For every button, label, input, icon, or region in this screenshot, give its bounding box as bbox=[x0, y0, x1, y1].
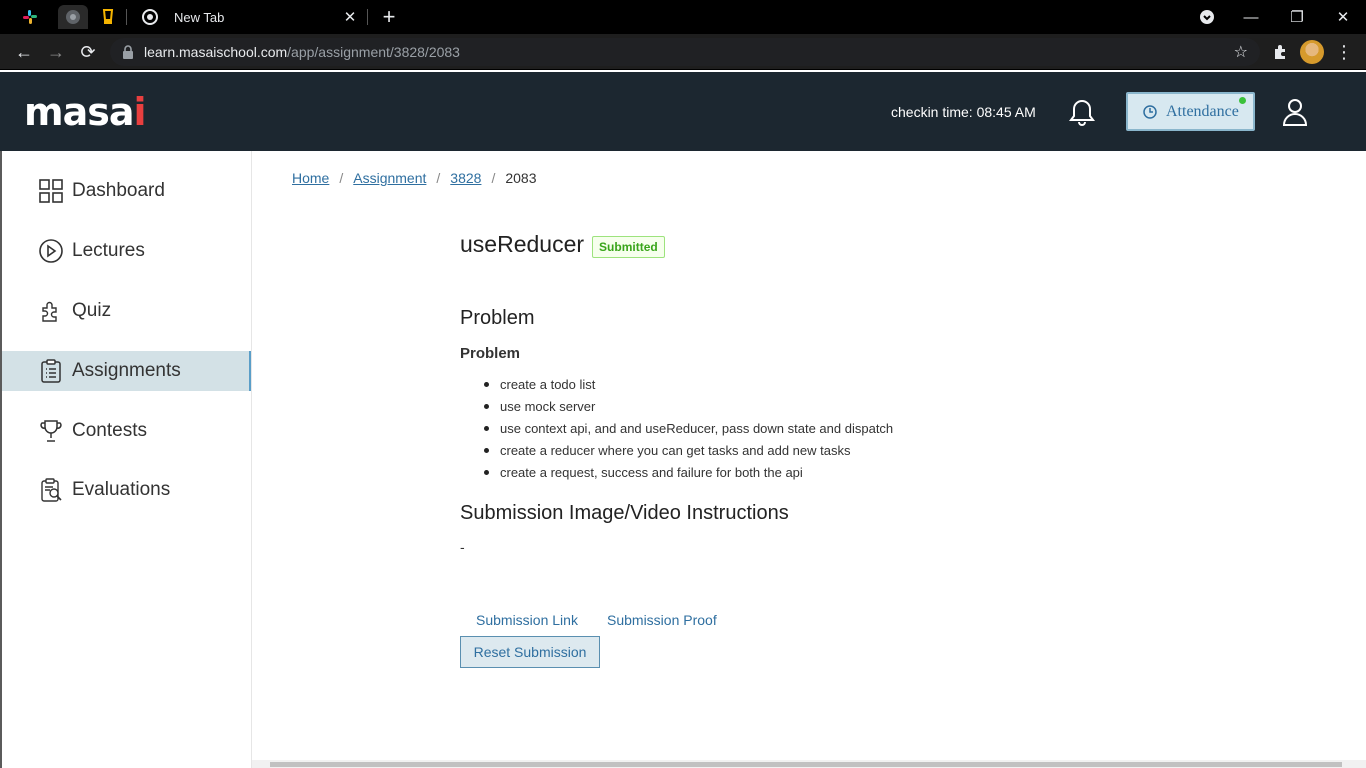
masai-logo[interactable]: masai bbox=[24, 90, 147, 134]
sidebar-item-lectures[interactable]: Lectures bbox=[2, 231, 251, 271]
page-title: useReducer bbox=[460, 231, 585, 257]
chrome-tab-icon[interactable] bbox=[58, 5, 88, 29]
close-tab-icon[interactable]: ✕ bbox=[340, 7, 360, 27]
checkin-time: checkin time: 08:45 AM bbox=[891, 104, 1036, 120]
bookmark-star-icon[interactable]: ☆ bbox=[1234, 42, 1248, 62]
bell-icon[interactable] bbox=[1068, 98, 1096, 128]
sidebar-item-label: Assignments bbox=[72, 360, 181, 381]
status-badge: Submitted bbox=[592, 235, 665, 258]
breadcrumb-separator: / bbox=[491, 170, 496, 186]
url-text: learn.masaischool.com/app/assignment/382… bbox=[144, 44, 460, 60]
logo-text: masa bbox=[24, 90, 134, 134]
breadcrumb-separator: / bbox=[339, 170, 344, 186]
online-indicator bbox=[1239, 97, 1246, 104]
breadcrumb-3828[interactable]: 3828 bbox=[450, 170, 481, 186]
puzzle-icon bbox=[38, 298, 64, 324]
list-item: use context api, and and useReducer, pas… bbox=[484, 420, 893, 442]
reload-button[interactable]: ⟳ bbox=[76, 40, 100, 64]
back-button[interactable]: ← bbox=[12, 40, 36, 64]
slack-icon[interactable] bbox=[18, 5, 42, 29]
restore-button[interactable]: ❐ bbox=[1274, 0, 1320, 34]
sidebar-item-label: Dashboard bbox=[72, 180, 165, 201]
list-item: create a request, success and failure fo… bbox=[484, 464, 893, 486]
breadcrumb-assignment[interactable]: Assignment bbox=[353, 170, 426, 186]
problem-list: create a todo list use mock server use c… bbox=[484, 376, 893, 486]
clipboard-icon bbox=[38, 358, 64, 384]
extensions-icon[interactable] bbox=[1268, 40, 1292, 64]
sidebar-item-quiz[interactable]: Quiz bbox=[2, 291, 251, 331]
problem-heading: Problem bbox=[460, 307, 535, 329]
forward-button[interactable]: → bbox=[44, 40, 68, 64]
browser-toolbar: ← → ⟳ learn.masaischool.com/app/assignme… bbox=[0, 34, 1366, 70]
clock-icon bbox=[1143, 104, 1157, 119]
trophy-icon bbox=[38, 418, 64, 444]
browser-menu-icon[interactable]: ⋮ bbox=[1332, 40, 1356, 64]
list-item: create a reducer where you can get tasks… bbox=[484, 442, 893, 464]
assignment-title-row: useReducer Submitted bbox=[460, 231, 665, 258]
breadcrumb: Home / Assignment / 3828 / 2083 bbox=[292, 170, 537, 186]
list-item: use mock server bbox=[484, 398, 893, 420]
tab-separator bbox=[126, 9, 127, 25]
evaluation-icon bbox=[38, 477, 64, 503]
tab-search-icon[interactable] bbox=[1184, 0, 1230, 34]
sidebar-item-evaluations[interactable]: Evaluations bbox=[2, 470, 251, 510]
tab-separator bbox=[367, 9, 368, 25]
new-tab-button[interactable]: + bbox=[377, 4, 401, 29]
browser-tab-bar: New Tab ✕ + — ❐ ✕ bbox=[0, 0, 1366, 34]
submission-instructions-text: - bbox=[460, 539, 465, 555]
sidebar-item-contests[interactable]: Contests bbox=[2, 411, 251, 451]
reset-submission-button[interactable]: Reset Submission bbox=[460, 636, 600, 668]
lock-icon bbox=[123, 45, 133, 59]
sidebar-item-label: Evaluations bbox=[72, 479, 171, 500]
sidebar-item-dashboard[interactable]: Dashboard bbox=[2, 171, 251, 211]
attendance-label: Attendance bbox=[1166, 102, 1239, 120]
submission-link-button[interactable]: Submission Link bbox=[476, 612, 578, 628]
grid-icon bbox=[38, 178, 64, 204]
sidebar-item-label: Quiz bbox=[72, 300, 112, 321]
breadcrumb-current: 2083 bbox=[505, 170, 537, 186]
breadcrumb-home[interactable]: Home bbox=[292, 170, 329, 186]
breadcrumb-separator: / bbox=[436, 170, 441, 186]
sidebar: Dashboard Lectures Quiz Assignments Cont… bbox=[0, 151, 252, 768]
minimize-button[interactable]: — bbox=[1228, 0, 1274, 34]
horizontal-scrollbar[interactable] bbox=[252, 760, 1366, 768]
app-header: masai checkin time: 08:45 AM Attendance bbox=[0, 72, 1366, 151]
address-bar[interactable]: learn.masaischool.com/app/assignment/382… bbox=[110, 38, 1260, 66]
profile-avatar[interactable] bbox=[1300, 40, 1324, 64]
submission-proof-button[interactable]: Submission Proof bbox=[607, 612, 717, 628]
window-edge bbox=[0, 151, 2, 768]
logo-accent: i bbox=[133, 90, 147, 134]
sidebar-item-label: Lectures bbox=[72, 240, 145, 261]
sidebar-item-assignments[interactable]: Assignments bbox=[2, 351, 251, 391]
problem-subheading: Problem bbox=[460, 345, 521, 362]
sidebar-item-label: Contests bbox=[72, 420, 147, 441]
user-icon[interactable] bbox=[1282, 98, 1308, 126]
chrome-icon bbox=[138, 5, 162, 29]
attendance-button[interactable]: Attendance bbox=[1126, 92, 1255, 131]
keep-icon[interactable] bbox=[96, 5, 120, 29]
submission-instructions-heading: Submission Image/Video Instructions bbox=[460, 502, 789, 524]
play-circle-icon bbox=[38, 238, 64, 264]
scrollbar-thumb[interactable] bbox=[270, 762, 1342, 767]
tab-title: New Tab bbox=[174, 9, 225, 25]
tab-new-tab[interactable]: New Tab ✕ bbox=[128, 0, 366, 34]
window-close-button[interactable]: ✕ bbox=[1320, 0, 1366, 34]
list-item: create a todo list bbox=[484, 376, 893, 398]
